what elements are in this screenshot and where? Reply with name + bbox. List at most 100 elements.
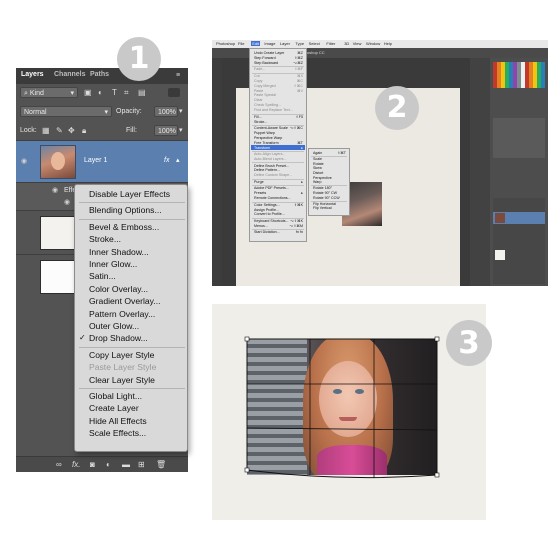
edit-menu-item[interactable]: Menus... <box>254 224 268 228</box>
tab-layers[interactable]: Layers <box>21 71 44 78</box>
transform-menu-item[interactable]: Flip Vertical <box>313 206 332 210</box>
edit-menu-item[interactable]: Content-Aware Scale <box>254 126 288 130</box>
warp-grid[interactable] <box>212 304 486 520</box>
edit-menu-item[interactable]: Undo Create Layer <box>254 51 284 55</box>
transform-menu-item[interactable]: Skew <box>313 166 322 170</box>
adjustment-filter-icon[interactable]: ◐ <box>98 87 103 98</box>
type-filter-icon[interactable]: T <box>112 87 117 98</box>
menubar-item[interactable]: Edit <box>251 41 261 46</box>
context-menu-item[interactable]: Pattern Overlay... <box>89 309 155 319</box>
context-menu-item[interactable]: Satin... <box>89 271 116 281</box>
context-menu-item[interactable]: Create Layer <box>89 403 139 413</box>
context-menu-item[interactable]: Hide All Effects <box>89 416 147 426</box>
blend-mode-select[interactable]: Normal ▾ <box>20 106 112 117</box>
edit-menu-item[interactable]: Step Backward <box>254 61 278 65</box>
transform-menu-item[interactable]: Again <box>313 151 322 155</box>
pixel-filter-icon[interactable]: ▣ <box>84 87 92 98</box>
transform-menu-item[interactable]: Distort <box>313 171 323 175</box>
menubar-item[interactable]: Window <box>366 41 380 46</box>
edit-menu-item[interactable]: Perspective Warp <box>254 136 282 140</box>
menubar-item[interactable]: File <box>238 41 244 46</box>
transform-menu-item[interactable]: Rotate 90° CW <box>313 191 337 195</box>
edit-menu-item[interactable]: Puppet Warp <box>254 131 275 135</box>
context-menu-item[interactable]: Inner Shadow... <box>89 247 149 257</box>
context-menu-item[interactable]: Stroke... <box>89 234 121 244</box>
delete-layer-icon[interactable]: 🗑︎ <box>156 459 166 470</box>
link-layers-icon[interactable]: ∞ <box>56 459 62 470</box>
menubar-item[interactable]: Select <box>309 41 320 46</box>
context-menu-item[interactable]: Global Light... <box>89 391 142 401</box>
context-menu-item[interactable]: Copy Layer Style <box>89 350 154 360</box>
menubar-item[interactable]: Help <box>384 41 392 46</box>
panel-menu-icon[interactable]: ≡ <box>176 70 180 81</box>
tab-channels[interactable]: Channels <box>54 71 86 78</box>
lock-all-icon[interactable]: 🔒︎ <box>82 125 86 136</box>
filter-toggle[interactable] <box>168 88 180 97</box>
transform-menu-item[interactable]: Warp <box>313 180 321 184</box>
add-mask-icon[interactable]: ◙ <box>90 459 95 470</box>
warp-handle[interactable] <box>434 336 440 342</box>
context-menu-item[interactable]: Color Overlay... <box>89 284 148 294</box>
smart-object-filter-icon[interactable]: ▤ <box>138 87 146 98</box>
warp-handle[interactable] <box>244 467 250 473</box>
edit-menu-item[interactable]: Keyboard Shortcuts... <box>254 219 289 223</box>
fx-expand-icon[interactable]: ▴ <box>176 155 180 166</box>
edit-menu-item[interactable]: Fill... <box>254 115 262 119</box>
edit-menu-item[interactable]: Assign Profile... <box>254 208 279 212</box>
tab-paths[interactable]: Paths <box>90 71 109 78</box>
new-group-icon[interactable]: ▬ <box>122 459 130 470</box>
menubar-item[interactable]: Photoshop <box>216 41 235 46</box>
transform-menu-item[interactable]: Rotate 180° <box>313 186 332 190</box>
effects-eye-icon[interactable]: ◉ <box>52 186 58 194</box>
opacity-arrow-icon[interactable]: ▾ <box>179 106 183 117</box>
warp-handle[interactable] <box>244 336 250 342</box>
context-menu-item[interactable]: Bevel & Emboss... <box>89 222 159 232</box>
edit-menu-item[interactable]: Color Settings... <box>254 203 280 207</box>
warp-handle[interactable] <box>434 472 440 478</box>
edit-menu-item[interactable]: Start Dictation... <box>254 230 280 234</box>
transform-menu-item[interactable]: Rotate 90° CCW <box>313 196 340 200</box>
edit-menu-item[interactable]: Define Brush Preset... <box>254 164 289 168</box>
edit-menu-item[interactable]: Convert to Profile... <box>254 212 285 216</box>
fx-badge[interactable]: fx <box>164 155 169 166</box>
context-menu-item[interactable]: Clear Layer Style <box>89 375 155 385</box>
edit-menu-item[interactable]: Transform <box>254 146 270 150</box>
context-menu-item[interactable]: Inner Glow... <box>89 259 137 269</box>
menubar-item[interactable]: View <box>353 41 362 46</box>
edit-menu-item[interactable]: Free Transform <box>254 141 279 145</box>
menubar-item[interactable]: Image <box>264 41 275 46</box>
effect-eye-icon[interactable]: ◉ <box>64 198 70 206</box>
swatches-panel[interactable] <box>493 62 545 88</box>
opacity-input[interactable]: 100% <box>154 106 178 117</box>
edit-menu-item[interactable]: Purge <box>254 180 264 184</box>
menubar-item[interactable]: Filter <box>326 41 335 46</box>
lock-transparent-icon[interactable]: ▦ <box>42 125 50 136</box>
context-menu-item[interactable]: Drop Shadow... <box>89 333 148 343</box>
adjustment-layer-icon[interactable]: ◐ <box>106 459 111 470</box>
fill-arrow-icon[interactable]: ▾ <box>179 125 183 136</box>
transform-menu-item[interactable]: Flip Horizontal <box>313 202 336 206</box>
warp-outline[interactable] <box>246 338 438 479</box>
add-style-icon[interactable]: fx. <box>72 459 80 470</box>
transform-menu-item[interactable]: Perspective <box>313 176 332 180</box>
edit-menu-item[interactable]: Define Pattern... <box>254 168 280 172</box>
menubar-item[interactable]: Type <box>295 41 304 46</box>
layer-row-layer1[interactable]: ◉ Layer 1 fx ▴ <box>16 140 188 182</box>
transform-menu-item[interactable]: Rotate <box>313 162 324 166</box>
eye-icon[interactable]: ◉ <box>21 157 27 165</box>
context-menu-item[interactable]: Outer Glow... <box>89 321 139 331</box>
shape-filter-icon[interactable]: ⌗ <box>124 87 129 98</box>
lock-move-icon[interactable]: ✥ <box>68 125 75 136</box>
edit-menu-item[interactable]: Step Forward <box>254 56 276 60</box>
transform-menu-item[interactable]: Scale <box>313 157 322 161</box>
context-menu-item[interactable]: Disable Layer Effects <box>89 189 170 199</box>
context-menu-item[interactable]: Blending Options... <box>89 205 162 215</box>
edit-menu-item[interactable]: Presets <box>254 191 266 195</box>
context-menu-item[interactable]: Scale Effects... <box>89 428 146 438</box>
new-layer-icon[interactable]: ⊞ <box>138 459 145 470</box>
lock-brush-icon[interactable]: ✎ <box>56 125 63 136</box>
menubar-item[interactable]: 3D <box>344 41 349 46</box>
edit-menu-item[interactable]: Stroke... <box>254 120 267 124</box>
edit-menu-item[interactable]: Remote Connections... <box>254 196 291 200</box>
filter-kind-select[interactable]: ⌕ Kind ▾ <box>20 87 78 98</box>
